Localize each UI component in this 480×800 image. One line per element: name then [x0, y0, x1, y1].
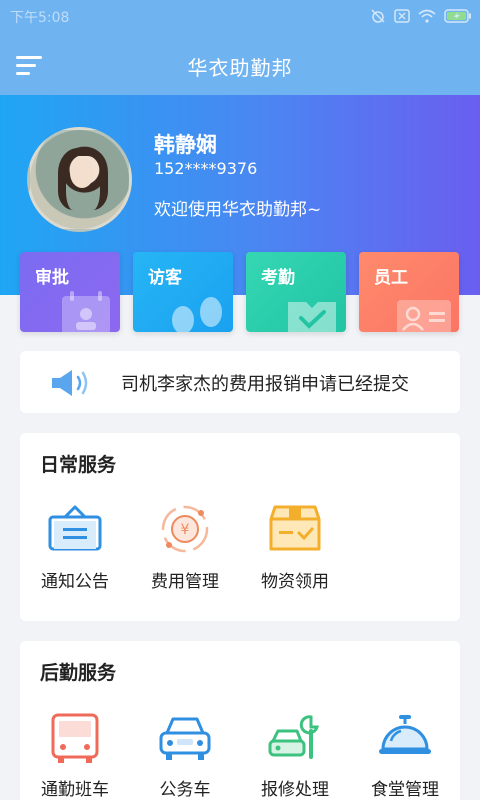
alarm-off-icon — [370, 8, 386, 28]
bus-icon — [51, 713, 99, 763]
calendar-person-icon — [62, 291, 110, 332]
nav-bar: 华衣助勤邦 — [0, 38, 480, 94]
service-expense[interactable]: ¥ 费用管理 — [130, 499, 240, 599]
quick-card-label: 审批 — [35, 268, 69, 288]
quick-card-approval[interactable]: 审批 — [20, 252, 120, 332]
service-label: 通知公告 — [41, 572, 109, 592]
section-title: 后勤服务 — [40, 662, 117, 684]
quick-card-label: 考勤 — [261, 268, 295, 288]
speaker-icon — [50, 368, 90, 402]
daily-services-card: 日常服务 通知公告 ¥ 费用管理 物资领用 — [20, 433, 460, 621]
quick-card-label: 员工 — [374, 268, 408, 288]
service-official-car[interactable]: 公务车 — [130, 707, 240, 800]
repair-wrench-icon — [268, 715, 319, 759]
top-bar: 下午5:08 华衣助勤邦 — [0, 0, 480, 95]
service-shuttle-bus[interactable]: 通勤班车 — [20, 707, 130, 800]
quick-cards: 审批 访客 考勤 员工 — [20, 252, 460, 332]
section-title: 日常服务 — [40, 454, 117, 476]
service-label: 公务车 — [159, 780, 211, 800]
user-name: 韩静娴 — [154, 133, 217, 157]
service-repair[interactable]: 报修处理 — [240, 707, 350, 800]
page-title: 华衣助勤邦 — [187, 56, 293, 80]
logistics-services-card: 后勤服务 通勤班车 公务车 报修处理 食堂管理 — [20, 641, 460, 800]
quick-card-visitor[interactable]: 访客 — [133, 252, 233, 332]
yuan-coin-icon: ¥ — [161, 505, 209, 553]
notice-text: 司机李家杰的费用报销申请已经提交 — [121, 374, 409, 395]
car-icon — [159, 717, 211, 760]
quick-card-employee[interactable]: 员工 — [359, 252, 459, 332]
service-label: 费用管理 — [151, 572, 219, 592]
status-bar: 下午5:08 — [0, 0, 480, 32]
check-box-icon — [288, 302, 336, 332]
service-label: 物资领用 — [261, 572, 329, 592]
wifi-icon — [418, 9, 436, 27]
welcome-text: 欢迎使用华衣助勤邦~ — [154, 200, 322, 220]
avatar[interactable] — [27, 127, 132, 232]
package-box-icon — [269, 505, 321, 551]
service-label: 食堂管理 — [371, 780, 439, 800]
quick-card-label: 访客 — [148, 268, 182, 288]
basket-icon — [48, 505, 102, 551]
footprints-icon — [172, 297, 222, 332]
service-supplies[interactable]: 物资领用 — [240, 499, 350, 599]
svg-text:¥: ¥ — [181, 522, 190, 538]
service-label: 报修处理 — [261, 780, 329, 800]
id-card-icon — [397, 300, 451, 332]
battery-charging-icon — [444, 9, 472, 27]
quick-card-attendance[interactable]: 考勤 — [246, 252, 346, 332]
user-phone: 152****9376 — [154, 159, 258, 178]
status-icons — [370, 8, 472, 28]
service-label: 通勤班车 — [41, 780, 109, 800]
service-canteen[interactable]: 食堂管理 — [350, 707, 460, 800]
food-cloche-icon — [379, 715, 431, 754]
notice-bar[interactable]: 司机李家杰的费用报销申请已经提交 — [20, 351, 460, 413]
service-notice[interactable]: 通知公告 — [20, 499, 130, 599]
status-time: 下午5:08 — [10, 10, 70, 26]
sim-off-icon — [394, 9, 410, 27]
